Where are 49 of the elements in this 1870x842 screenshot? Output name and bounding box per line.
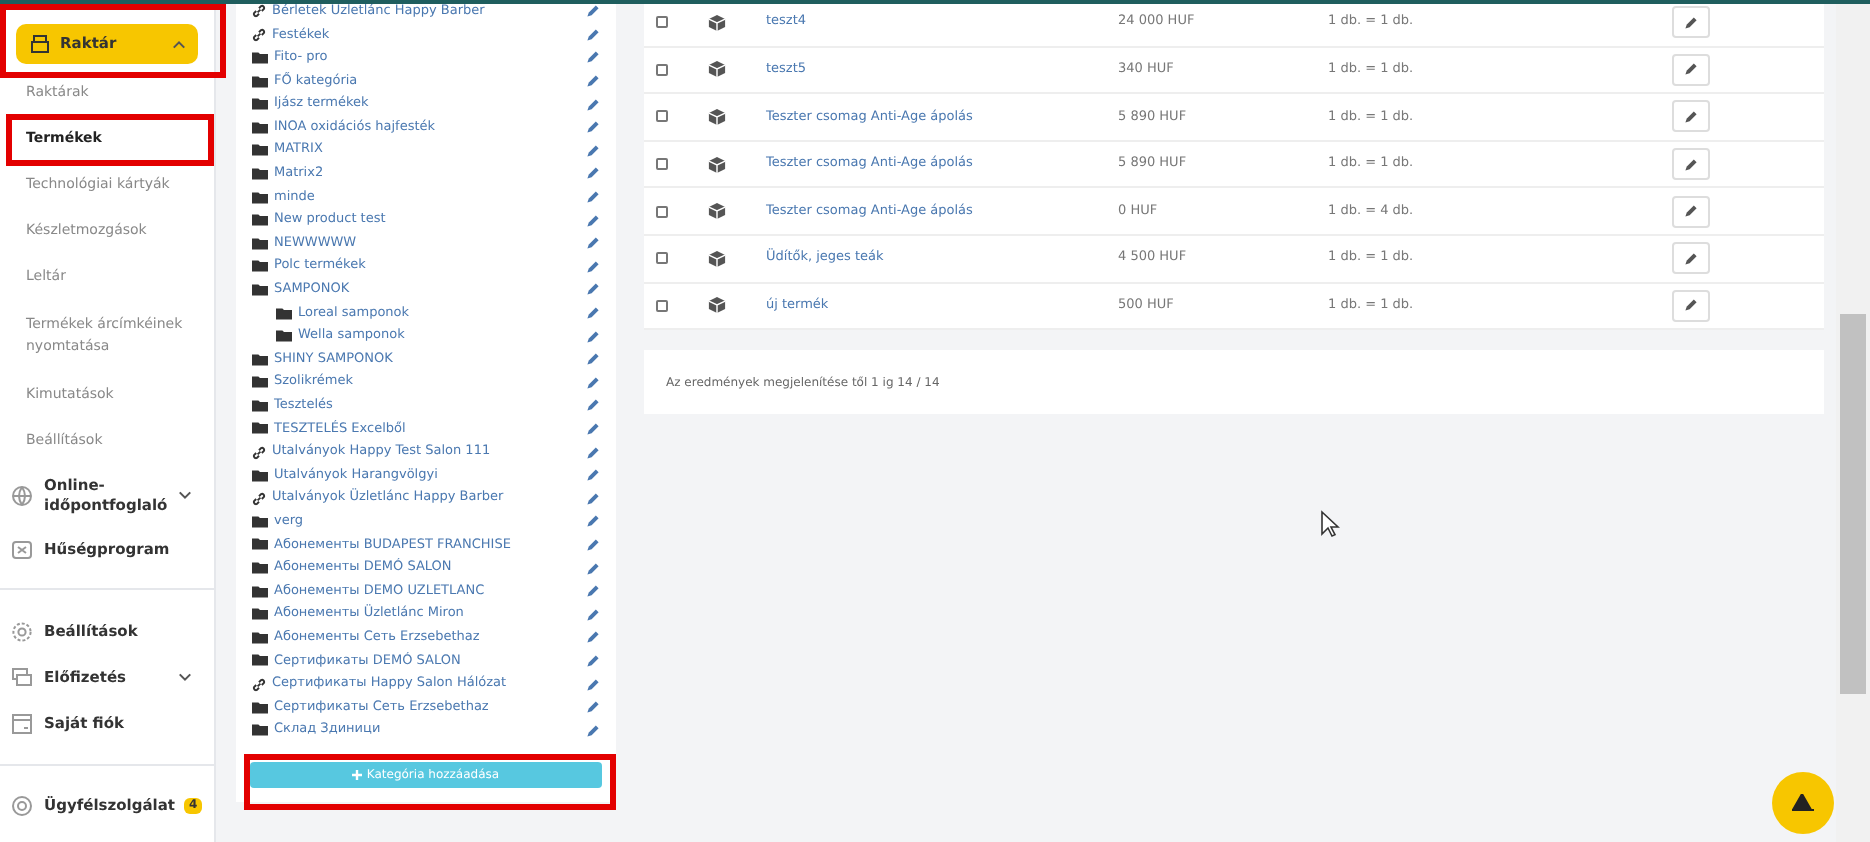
- pencil-icon: [1684, 109, 1698, 124]
- pencil-icon: [1684, 15, 1698, 30]
- pencil-icon: [1684, 157, 1698, 172]
- row-checkbox[interactable]: [656, 158, 668, 171]
- pencil-icon: [1684, 298, 1698, 313]
- layers-icon: [10, 665, 34, 689]
- settings-icon: [10, 619, 34, 643]
- chevron-icon: [178, 672, 192, 682]
- row-checkbox[interactable]: [656, 110, 668, 123]
- row-checkbox[interactable]: [656, 252, 668, 265]
- pencil-icon: [1684, 251, 1698, 266]
- cube-icon: [708, 13, 726, 32]
- link-icon: [252, 27, 266, 42]
- link-icon: [252, 491, 266, 506]
- floating-action-button[interactable]: [1772, 772, 1834, 834]
- warehouse-icon: [28, 34, 52, 54]
- edit-button[interactable]: [1672, 195, 1710, 228]
- link-icon: [252, 677, 266, 692]
- plus-icon: [352, 770, 363, 780]
- row-checkbox[interactable]: [656, 16, 668, 29]
- pencil-icon: [1684, 62, 1698, 77]
- ticket-icon: [10, 537, 34, 561]
- chevron-icon: [172, 39, 186, 49]
- edit-button[interactable]: [1672, 53, 1710, 86]
- link-icon: [252, 445, 266, 460]
- folder-icon: [252, 469, 268, 482]
- cube-icon: [708, 155, 726, 174]
- support-icon: [10, 794, 34, 818]
- row-checkbox[interactable]: [656, 205, 668, 218]
- pencil-icon: [1684, 204, 1698, 219]
- chevron-icon: [178, 490, 192, 500]
- cube-icon: [708, 202, 726, 221]
- edit-button[interactable]: [1672, 242, 1710, 275]
- card-icon: [10, 711, 34, 735]
- cube-icon: [708, 296, 726, 315]
- logo-icon: [1791, 794, 1815, 812]
- edit-button[interactable]: [1672, 148, 1710, 181]
- cube-icon: [708, 249, 726, 268]
- cube-icon: [708, 107, 726, 126]
- scrollbar[interactable]: [1836, 4, 1870, 842]
- row-checkbox[interactable]: [656, 63, 668, 76]
- edit-button[interactable]: [1672, 6, 1710, 39]
- edit-button[interactable]: [1672, 100, 1710, 133]
- globe-icon: [10, 483, 34, 507]
- row-checkbox[interactable]: [656, 299, 668, 312]
- cube-icon: [708, 60, 726, 79]
- edit-button[interactable]: [1672, 289, 1710, 322]
- link-icon: [252, 4, 266, 19]
- mouse-cursor-icon: [1320, 510, 1340, 538]
